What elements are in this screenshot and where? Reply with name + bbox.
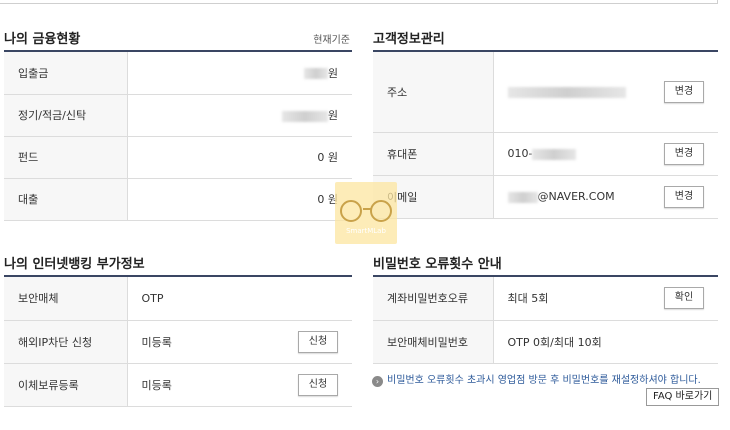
customer-section: 고객정보관리 주소 변경 휴대폰 010- 변경 이메일 @NAVER.COM …	[373, 28, 718, 223]
row-label: 주소	[373, 52, 494, 133]
banking-title: 나의 인터넷뱅킹 부가정보	[4, 257, 145, 272]
amount-unit: 원	[327, 109, 338, 122]
confirm-button[interactable]: 확인	[664, 287, 704, 310]
transfer-hold-status: 미등록	[127, 363, 282, 407]
row-label: 보안매체	[4, 277, 128, 321]
row-label: 대출	[4, 178, 128, 221]
finance-table: 입출금 원 정기/적금/신탁 원 펀드 0 원 대출 0 원	[4, 52, 352, 221]
row-label: 계좌비밀번호오류	[373, 277, 494, 321]
banking-section: 나의 인터넷뱅킹 부가정보 보안매체 OTP 해외IP차단 신청 미등록 신청 …	[4, 253, 352, 413]
masked-amount	[281, 110, 328, 122]
change-email-button[interactable]: 변경	[664, 185, 704, 208]
overseas-ip-block-status: 미등록	[127, 320, 282, 364]
overseas-ip-apply-button[interactable]: 신청	[298, 330, 338, 353]
row-label: 이체보류등록	[4, 363, 128, 407]
faq-link-button[interactable]: FAQ 바로가기	[646, 388, 720, 406]
phone-prefix: 010-	[507, 147, 533, 160]
table-row: 보안매체 OTP	[4, 277, 352, 321]
smartmlab-logo: SmartMLab	[335, 182, 397, 244]
table-row: 해외IP차단 신청 미등록 신청	[4, 320, 352, 364]
masked-amount	[303, 68, 328, 80]
fund-amount: 0 원	[127, 136, 352, 179]
password-notice-text: 비밀번호 오류횟수 초과시 영업점 방문 후 비밀번호를 재설정하셔야 합니다.	[387, 375, 701, 386]
top-panel-edge	[0, 0, 718, 4]
customer-title: 고객정보관리	[373, 32, 445, 47]
row-label: 휴대폰	[373, 132, 494, 176]
password-notice: › 비밀번호 오류횟수 초과시 영업점 방문 후 비밀번호를 재설정하셔야 합니다…	[372, 371, 701, 387]
glasses-icon	[370, 200, 392, 222]
change-phone-button[interactable]: 변경	[664, 142, 704, 165]
customer-table: 주소 변경 휴대폰 010- 변경 이메일 @NAVER.COM 변경	[373, 52, 718, 219]
table-row: 펀드 0 원	[4, 136, 352, 179]
table-row: 이메일 @NAVER.COM 변경	[373, 175, 718, 219]
glasses-icon	[340, 200, 362, 222]
table-row: 계좌비밀번호오류 최대 5회 확인	[373, 277, 718, 321]
row-label: 펀드	[4, 136, 128, 179]
amount-unit: 원	[327, 66, 338, 80]
masked-email-id	[507, 191, 538, 203]
security-media-value: OTP	[127, 277, 282, 321]
finance-basis-label: 현재기준	[313, 35, 350, 46]
table-row: 주소 변경	[373, 52, 718, 133]
info-bullet-icon: ›	[372, 376, 383, 387]
password-table: 계좌비밀번호오류 최대 5회 확인 보안매체비밀번호 OTP 0회/최대 10회	[373, 277, 718, 364]
table-row: 보안매체비밀번호 OTP 0회/최대 10회	[373, 320, 718, 364]
email-domain: @NAVER.COM	[537, 190, 615, 203]
password-title: 비밀번호 오류횟수 안내	[373, 257, 502, 272]
row-label: 보안매체비밀번호	[373, 320, 494, 364]
table-row: 이체보류등록 미등록 신청	[4, 363, 352, 407]
row-label: 정기/적금/신탁	[4, 94, 128, 137]
logo-text: SmartMLab	[346, 227, 386, 235]
table-row: 대출 0 원	[4, 178, 352, 221]
masked-address	[507, 86, 626, 98]
table-row: 입출금 원	[4, 52, 352, 95]
security-media-pw-error-count: OTP 0회/최대 10회	[493, 320, 648, 364]
loan-amount: 0 원	[127, 178, 352, 221]
banking-table: 보안매체 OTP 해외IP차단 신청 미등록 신청 이체보류등록 미등록 신청	[4, 277, 352, 407]
transfer-hold-apply-button[interactable]: 신청	[298, 373, 338, 396]
row-label: 입출금	[4, 52, 128, 95]
finance-section: 나의 금융현황 현재기준 입출금 원 정기/적금/신탁 원 펀드 0 원 대출 …	[4, 28, 352, 223]
table-row: 휴대폰 010- 변경	[373, 132, 718, 176]
change-address-button[interactable]: 변경	[664, 80, 704, 103]
row-label: 해외IP차단 신청	[4, 320, 128, 364]
masked-phone	[532, 148, 577, 160]
finance-title: 나의 금융현황	[4, 32, 81, 47]
password-section: 비밀번호 오류횟수 안내 계좌비밀번호오류 최대 5회 확인 보안매체비밀번호 …	[373, 253, 718, 364]
table-row: 정기/적금/신탁 원	[4, 94, 352, 137]
account-pw-error-count: 최대 5회	[493, 277, 648, 321]
